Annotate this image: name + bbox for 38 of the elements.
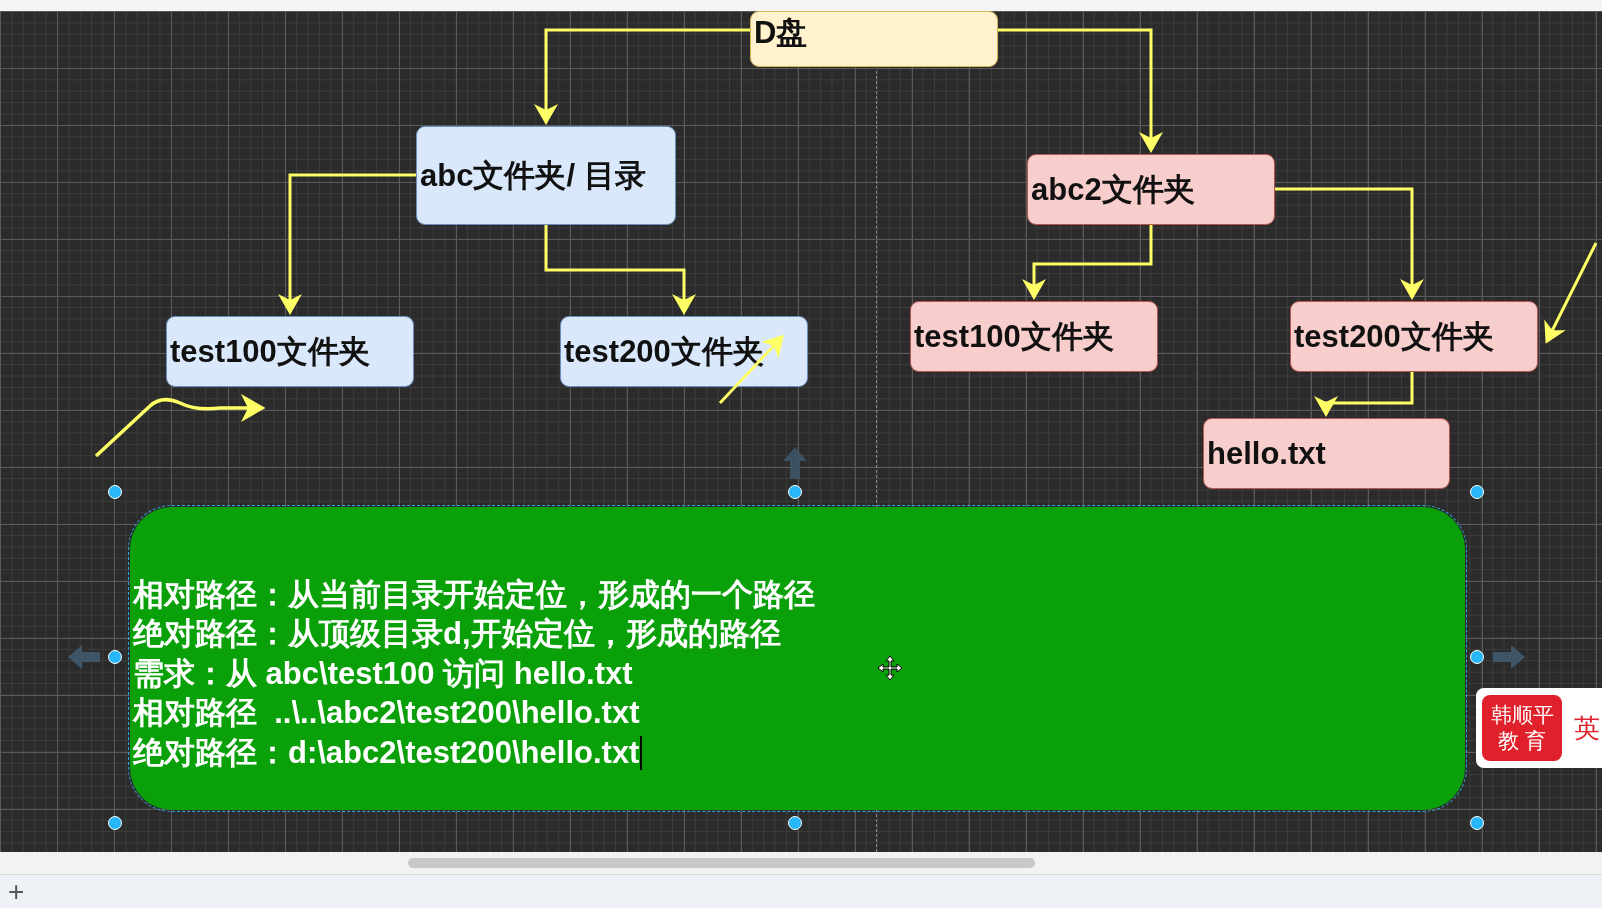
- note-text-line: 相对路径 ..\..\abc2\test200\hello.txt: [133, 694, 640, 733]
- resize-handle[interactable]: [108, 650, 122, 664]
- resize-handle[interactable]: [788, 816, 802, 830]
- diagram-node[interactable]: abc文件夹/ 目录: [416, 126, 676, 225]
- move-cursor-icon: [877, 655, 903, 681]
- diagram-node[interactable]: abc2文件夹: [1027, 154, 1275, 225]
- diagram-canvas[interactable]: [0, 11, 1602, 852]
- diagram-node[interactable]: test200文件夹: [560, 316, 808, 387]
- note-text-line: 相对路径：从当前目录开始定位，形成的一个路径: [133, 575, 815, 614]
- logo-text: 教 育: [1498, 728, 1546, 754]
- connector-arrow[interactable]: [544, 225, 696, 315]
- scrollbar-thumb[interactable]: [408, 858, 1035, 868]
- text-cursor: [640, 735, 643, 770]
- diagram-node[interactable]: D盘: [750, 11, 998, 67]
- add-page-button[interactable]: +: [0, 877, 33, 906]
- connector-arrow[interactable]: [534, 28, 750, 125]
- resize-handle[interactable]: [1470, 816, 1484, 830]
- resize-handle[interactable]: [108, 816, 122, 830]
- curved-arrow[interactable]: [94, 394, 266, 458]
- badge-text: 英: [1574, 711, 1600, 745]
- diagonal-arrow[interactable]: [1544, 242, 1598, 344]
- resize-handle[interactable]: [108, 485, 122, 499]
- resize-handle[interactable]: [788, 485, 802, 499]
- connector-arrow[interactable]: [278, 173, 416, 315]
- resize-handle[interactable]: [1470, 650, 1484, 664]
- diagram-node[interactable]: test100文件夹: [166, 316, 414, 387]
- note-text-line: 需求：从 abc\test100 访问 hello.txt: [133, 654, 633, 693]
- resize-handle[interactable]: [1470, 485, 1484, 499]
- connector-arrow[interactable]: [998, 28, 1163, 153]
- logo-text: 韩顺平: [1490, 702, 1554, 728]
- note-text-line: 绝对路径：从顶级目录d,开始定位，形成的路径: [133, 615, 781, 654]
- note-text-line: 绝对路径：d:\abc2\test200\hello.txt: [133, 732, 643, 773]
- connector-arrow[interactable]: [1275, 187, 1424, 300]
- connector-arrow[interactable]: [1022, 225, 1153, 300]
- diagram-node[interactable]: test200文件夹: [1290, 301, 1538, 372]
- diagram-node[interactable]: hello.txt: [1203, 418, 1450, 489]
- connector-arrow[interactable]: [1314, 372, 1414, 417]
- diagram-node[interactable]: test100文件夹: [910, 301, 1158, 372]
